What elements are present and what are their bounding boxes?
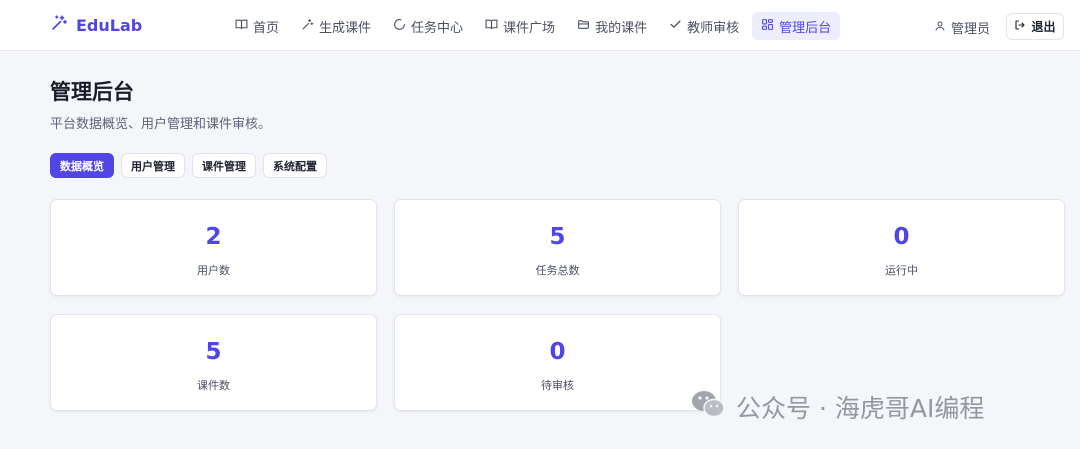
folder-icon — [577, 18, 590, 35]
stat-label: 运行中 — [885, 264, 918, 277]
nav-item-label: 首页 — [253, 20, 280, 36]
nav-item-teacher-review[interactable]: 教师审核 — [660, 12, 748, 40]
tab-courseware-management[interactable]: 课件管理 — [192, 153, 256, 178]
check-icon — [669, 18, 682, 35]
stat-label: 任务总数 — [535, 264, 580, 277]
brand-name: EduLab — [76, 15, 143, 35]
stat-value: 5 — [549, 224, 566, 250]
stat-value: 5 — [205, 339, 222, 365]
watermark-text: 公众号 · 海虎哥AI编程 — [736, 394, 985, 423]
magic-wand-icon — [50, 14, 68, 36]
logout-button[interactable]: 退出 — [1006, 13, 1064, 40]
nav-item-label: 我的课件 — [595, 20, 648, 36]
nav-item-plaza[interactable]: 课件广场 — [476, 12, 564, 40]
stat-label: 待审核 — [541, 379, 574, 392]
stat-label: 用户数 — [197, 264, 230, 277]
nav-item-home[interactable]: 首页 — [226, 12, 288, 40]
top-navbar: EduLab 首页 生成课件 任务中心 课件广场 我的课件 教师审核 管理后台 … — [0, 0, 1080, 51]
user-icon — [934, 20, 946, 36]
wechat-icon — [690, 388, 726, 426]
logout-icon — [1014, 19, 1026, 34]
loader-icon — [393, 18, 406, 35]
book-open-icon — [485, 18, 498, 35]
stat-value: 0 — [549, 339, 566, 365]
nav-item-label: 课件广场 — [503, 20, 556, 36]
tab-system-config[interactable]: 系统配置 — [263, 153, 327, 178]
stat-card-users: 2 用户数 — [50, 199, 377, 296]
main-nav: 首页 生成课件 任务中心 课件广场 我的课件 教师审核 管理后台 — [226, 12, 841, 40]
dashboard-icon — [761, 18, 774, 35]
book-icon — [235, 18, 248, 35]
tab-overview[interactable]: 数据概览 — [50, 153, 114, 178]
stat-card-courseware: 5 课件数 — [50, 314, 377, 411]
tab-user-management[interactable]: 用户管理 — [121, 153, 185, 178]
magic-wand-icon — [301, 18, 314, 35]
watermark: 公众号 · 海虎哥AI编程 — [690, 388, 984, 426]
nav-item-label: 生成课件 — [319, 20, 372, 36]
user-menu[interactable]: 管理员 — [934, 18, 990, 37]
page-subtitle: 平台数据概览、用户管理和课件审核。 — [50, 117, 272, 132]
nav-item-label: 管理后台 — [779, 20, 832, 36]
nav-item-generate[interactable]: 生成课件 — [292, 12, 380, 40]
stat-value: 0 — [893, 224, 910, 250]
nav-item-admin[interactable]: 管理后台 — [752, 12, 841, 40]
stat-card-running: 0 运行中 — [738, 199, 1065, 296]
stat-value: 2 — [205, 224, 222, 250]
logout-label: 退出 — [1031, 20, 1056, 34]
admin-tabs: 数据概览 用户管理 课件管理 系统配置 — [50, 153, 327, 178]
nav-item-label: 教师审核 — [687, 20, 740, 36]
nav-item-my-courseware[interactable]: 我的课件 — [568, 12, 656, 40]
nav-item-tasks[interactable]: 任务中心 — [384, 12, 472, 40]
stat-card-tasks: 5 任务总数 — [394, 199, 721, 296]
user-name: 管理员 — [951, 22, 991, 37]
page-title: 管理后台 — [50, 80, 134, 104]
brand-logo[interactable]: EduLab — [50, 14, 142, 36]
nav-item-label: 任务中心 — [411, 20, 464, 36]
stat-label: 课件数 — [197, 379, 230, 392]
stat-card-pending-review: 0 待审核 — [394, 314, 721, 411]
